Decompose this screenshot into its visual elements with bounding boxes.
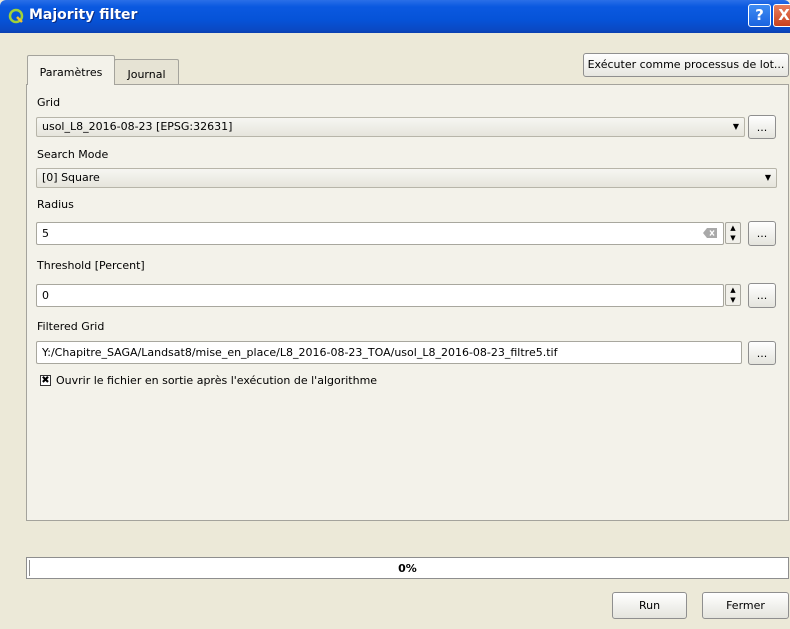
radius-input[interactable]: 5 xyxy=(36,222,724,245)
close-window-button[interactable]: X xyxy=(773,4,790,27)
close-button[interactable]: Fermer xyxy=(702,592,789,619)
run-button[interactable]: Run xyxy=(612,592,687,619)
grid-label: Grid xyxy=(37,96,61,109)
qgis-icon xyxy=(8,8,24,24)
tab-label: Paramètres xyxy=(39,66,103,79)
filtered-grid-path: Y:/Chapitre_SAGA/Landsat8/mise_en_place/… xyxy=(42,346,558,359)
clear-icon[interactable] xyxy=(703,228,717,238)
close-icon: X xyxy=(778,6,790,24)
batch-process-button[interactable]: Exécuter comme processus de lot... xyxy=(583,53,789,77)
arrow-down-icon[interactable]: ▼ xyxy=(726,233,740,243)
grid-select[interactable]: usol_L8_2016-08-23 [EPSG:32631] ▼ xyxy=(36,117,745,137)
threshold-input[interactable]: 0 xyxy=(36,284,724,307)
arrow-down-icon[interactable]: ▼ xyxy=(726,295,740,305)
open-output-label[interactable]: Ouvrir le fichier en sortie après l'exéc… xyxy=(56,374,377,387)
filtered-grid-label: Filtered Grid xyxy=(37,320,105,333)
radius-value: 5 xyxy=(42,227,49,240)
window-title: Majority filter xyxy=(29,7,138,23)
chevron-down-icon: ▼ xyxy=(732,122,740,131)
search-mode-value: [0] Square xyxy=(42,171,100,184)
radius-spinner[interactable]: ▲ ▼ xyxy=(725,222,741,244)
tab-parametres[interactable]: Paramètres xyxy=(27,55,115,85)
progress-text: 0% xyxy=(398,562,417,575)
search-mode-label: Search Mode xyxy=(37,148,109,161)
arrow-up-icon[interactable]: ▲ xyxy=(726,285,740,295)
radius-options-button[interactable]: ... xyxy=(748,221,776,246)
grid-browse-button[interactable]: ... xyxy=(748,115,776,139)
threshold-spinner[interactable]: ▲ ▼ xyxy=(725,284,741,306)
chevron-down-icon: ▼ xyxy=(764,173,772,182)
tab-journal[interactable]: Journal xyxy=(114,59,179,85)
checkmark-icon: ✖ xyxy=(41,375,50,386)
tab-label: Journal xyxy=(127,68,166,81)
progress-bar: 0% xyxy=(26,557,789,579)
help-icon: ? xyxy=(755,6,764,24)
help-button[interactable]: ? xyxy=(748,4,771,27)
filtered-grid-path-input[interactable]: Y:/Chapitre_SAGA/Landsat8/mise_en_place/… xyxy=(36,341,742,364)
threshold-value: 0 xyxy=(42,289,49,302)
radius-label: Radius xyxy=(37,198,74,211)
threshold-label: Threshold [Percent] xyxy=(37,259,145,272)
grid-select-value: usol_L8_2016-08-23 [EPSG:32631] xyxy=(42,120,233,133)
arrow-up-icon[interactable]: ▲ xyxy=(726,223,740,233)
filtered-grid-browse-button[interactable]: ... xyxy=(748,341,776,365)
search-mode-select[interactable]: [0] Square ▼ xyxy=(36,168,777,188)
open-output-checkbox[interactable]: ✖ xyxy=(40,375,51,386)
title-bar: Majority filter ? X xyxy=(0,0,790,33)
threshold-options-button[interactable]: ... xyxy=(748,283,776,308)
